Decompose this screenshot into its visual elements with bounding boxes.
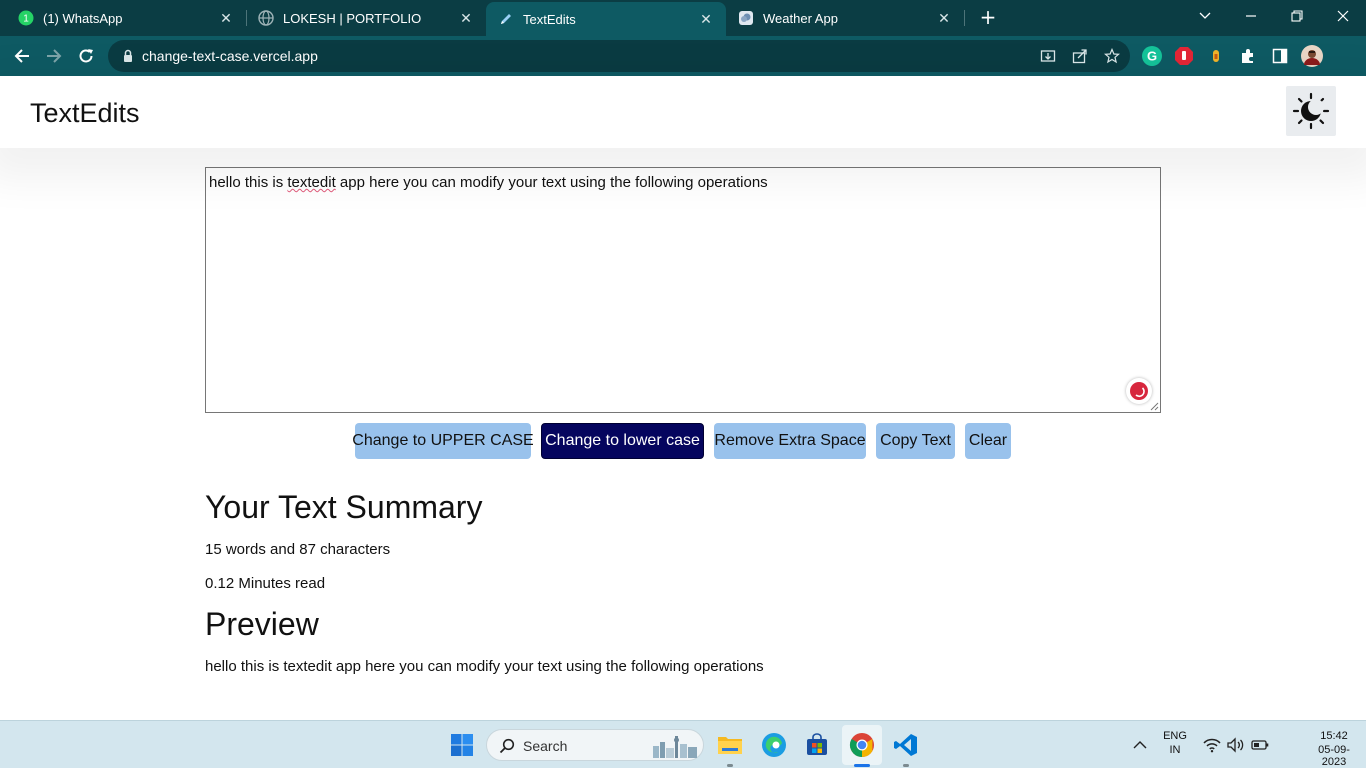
- forward-button[interactable]: [38, 40, 70, 72]
- star-icon[interactable]: [1102, 46, 1122, 66]
- address-bar[interactable]: change-text-case.vercel.app: [108, 40, 1130, 72]
- close-window-button[interactable]: [1320, 0, 1366, 32]
- clock[interactable]: 15:42 05-09-2023: [1306, 730, 1362, 768]
- close-icon[interactable]: ✕: [216, 8, 236, 28]
- grammarly-extension-icon[interactable]: G: [1140, 44, 1164, 68]
- pencil-extension-icon[interactable]: [1204, 44, 1228, 68]
- url-text: change-text-case.vercel.app: [142, 48, 318, 64]
- arrow-left-icon: [14, 49, 29, 63]
- theme-toggle-button[interactable]: [1286, 86, 1336, 136]
- clock-date: 05-09-2023: [1318, 744, 1350, 768]
- tab-title: (1) WhatsApp: [43, 10, 123, 26]
- misspelled-word[interactable]: textedit: [287, 174, 335, 191]
- clock-time: 15:42: [1320, 730, 1348, 742]
- city-skyline-icon: [653, 736, 697, 758]
- vscode-icon[interactable]: [890, 729, 922, 761]
- resize-handle-icon[interactable]: [1149, 401, 1159, 411]
- minimize-icon: [1246, 15, 1256, 17]
- tab-title: TextEdits: [523, 11, 576, 27]
- running-indicator: [727, 764, 733, 767]
- taskbar-search[interactable]: Search: [486, 729, 704, 761]
- browser-toolbar: change-text-case.vercel.app G: [0, 36, 1366, 76]
- lowercase-button[interactable]: Change to lower case: [541, 423, 704, 459]
- restore-button[interactable]: [1274, 0, 1320, 32]
- volume-icon: [1227, 737, 1244, 753]
- chevron-up-icon[interactable]: [1124, 729, 1156, 761]
- chrome-icon[interactable]: [846, 729, 878, 761]
- reload-button[interactable]: [70, 40, 102, 72]
- editor-text-before: hello this is: [209, 174, 288, 191]
- tab-weather[interactable]: Weather App ✕: [726, 0, 964, 36]
- preview-text: hello this is textedit app here you can …: [205, 658, 764, 675]
- whatsapp-icon: 1: [18, 10, 34, 26]
- close-icon[interactable]: ✕: [934, 8, 954, 28]
- language-bottom: IN: [1169, 744, 1181, 756]
- main-content: hello this is textedit app here you can …: [0, 148, 1366, 720]
- uppercase-button[interactable]: Change to UPPER CASE: [352, 423, 534, 459]
- action-buttons: Change to UPPER CASE Change to lower cas…: [0, 423, 1366, 459]
- editor-text-after: app here you can modify your text using …: [335, 174, 768, 191]
- preview-heading: Preview: [205, 606, 319, 642]
- word-char-count: 15 words and 87 characters: [205, 541, 391, 558]
- close-icon[interactable]: ✕: [456, 8, 476, 28]
- reload-icon: [79, 49, 93, 63]
- microsoft-store-icon[interactable]: [801, 729, 833, 761]
- restore-icon: [1291, 10, 1303, 22]
- tab-textedits[interactable]: TextEdits ✕: [486, 2, 726, 36]
- file-explorer-icon[interactable]: [714, 729, 746, 761]
- running-indicator: [903, 764, 909, 767]
- remove-extra-space-button[interactable]: Remove Extra Space: [714, 423, 866, 459]
- edge-icon[interactable]: [758, 729, 790, 761]
- tab-whatsapp[interactable]: 1 (1) WhatsApp ✕: [0, 0, 246, 36]
- new-tab-button[interactable]: +: [976, 6, 1000, 30]
- text-input-area[interactable]: hello this is textedit app here you can …: [205, 167, 1161, 413]
- side-panel-icon[interactable]: [1268, 44, 1292, 68]
- arrow-right-icon: [47, 49, 62, 63]
- svg-text:1: 1: [23, 14, 29, 25]
- moon-icon: [1292, 92, 1330, 130]
- tab-search-button[interactable]: [1182, 0, 1228, 32]
- battery-icon: [1251, 740, 1269, 750]
- svg-text:G: G: [1147, 49, 1157, 64]
- language-top: ENG: [1163, 730, 1187, 742]
- read-time: 0.12 Minutes read: [205, 575, 326, 592]
- wifi-icon: [1203, 738, 1221, 753]
- minimize-button[interactable]: [1228, 0, 1274, 32]
- tab-portfolio[interactable]: LOKESH | PORTFOLIO ✕: [240, 0, 486, 36]
- avatar[interactable]: [1300, 44, 1324, 68]
- copy-text-button[interactable]: Copy Text: [876, 423, 955, 459]
- search-label: Search: [523, 738, 568, 754]
- tab-title: Weather App: [763, 10, 838, 26]
- language-indicator[interactable]: ENG IN: [1158, 730, 1192, 756]
- search-icon: [499, 738, 515, 754]
- windows-taskbar: Search ENG IN 15:42 05-09-2023: [0, 720, 1366, 768]
- back-button[interactable]: [6, 40, 38, 72]
- clear-button[interactable]: Clear: [965, 423, 1011, 459]
- browser-tab-strip: 1 (1) WhatsApp ✕ LOKESH | PORTFOLIO ✕ Te…: [0, 0, 1366, 36]
- system-tray-status[interactable]: [1198, 729, 1274, 761]
- summary-heading: Your Text Summary: [205, 489, 483, 525]
- brand-title[interactable]: TextEdits: [30, 98, 140, 129]
- lock-icon[interactable]: [120, 48, 136, 64]
- globe-icon: [258, 10, 274, 26]
- puzzle-icon[interactable]: [1236, 44, 1260, 68]
- tab-title: LOKESH | PORTFOLIO: [283, 10, 422, 26]
- editor-text: hello this is textedit app here you can …: [209, 174, 768, 191]
- weather-icon: [738, 10, 754, 26]
- close-icon: [1337, 10, 1349, 22]
- active-indicator: [854, 764, 870, 767]
- share-icon[interactable]: [1070, 46, 1090, 66]
- adblock-extension-icon[interactable]: [1172, 44, 1196, 68]
- app-navbar: TextEdits: [0, 76, 1366, 148]
- chevron-down-icon: [1199, 12, 1211, 19]
- tab-separator: [964, 10, 965, 26]
- install-app-icon[interactable]: [1038, 46, 1058, 66]
- close-icon[interactable]: ✕: [696, 9, 716, 29]
- windows-start-icon[interactable]: [446, 729, 478, 761]
- pen-icon: [498, 11, 514, 27]
